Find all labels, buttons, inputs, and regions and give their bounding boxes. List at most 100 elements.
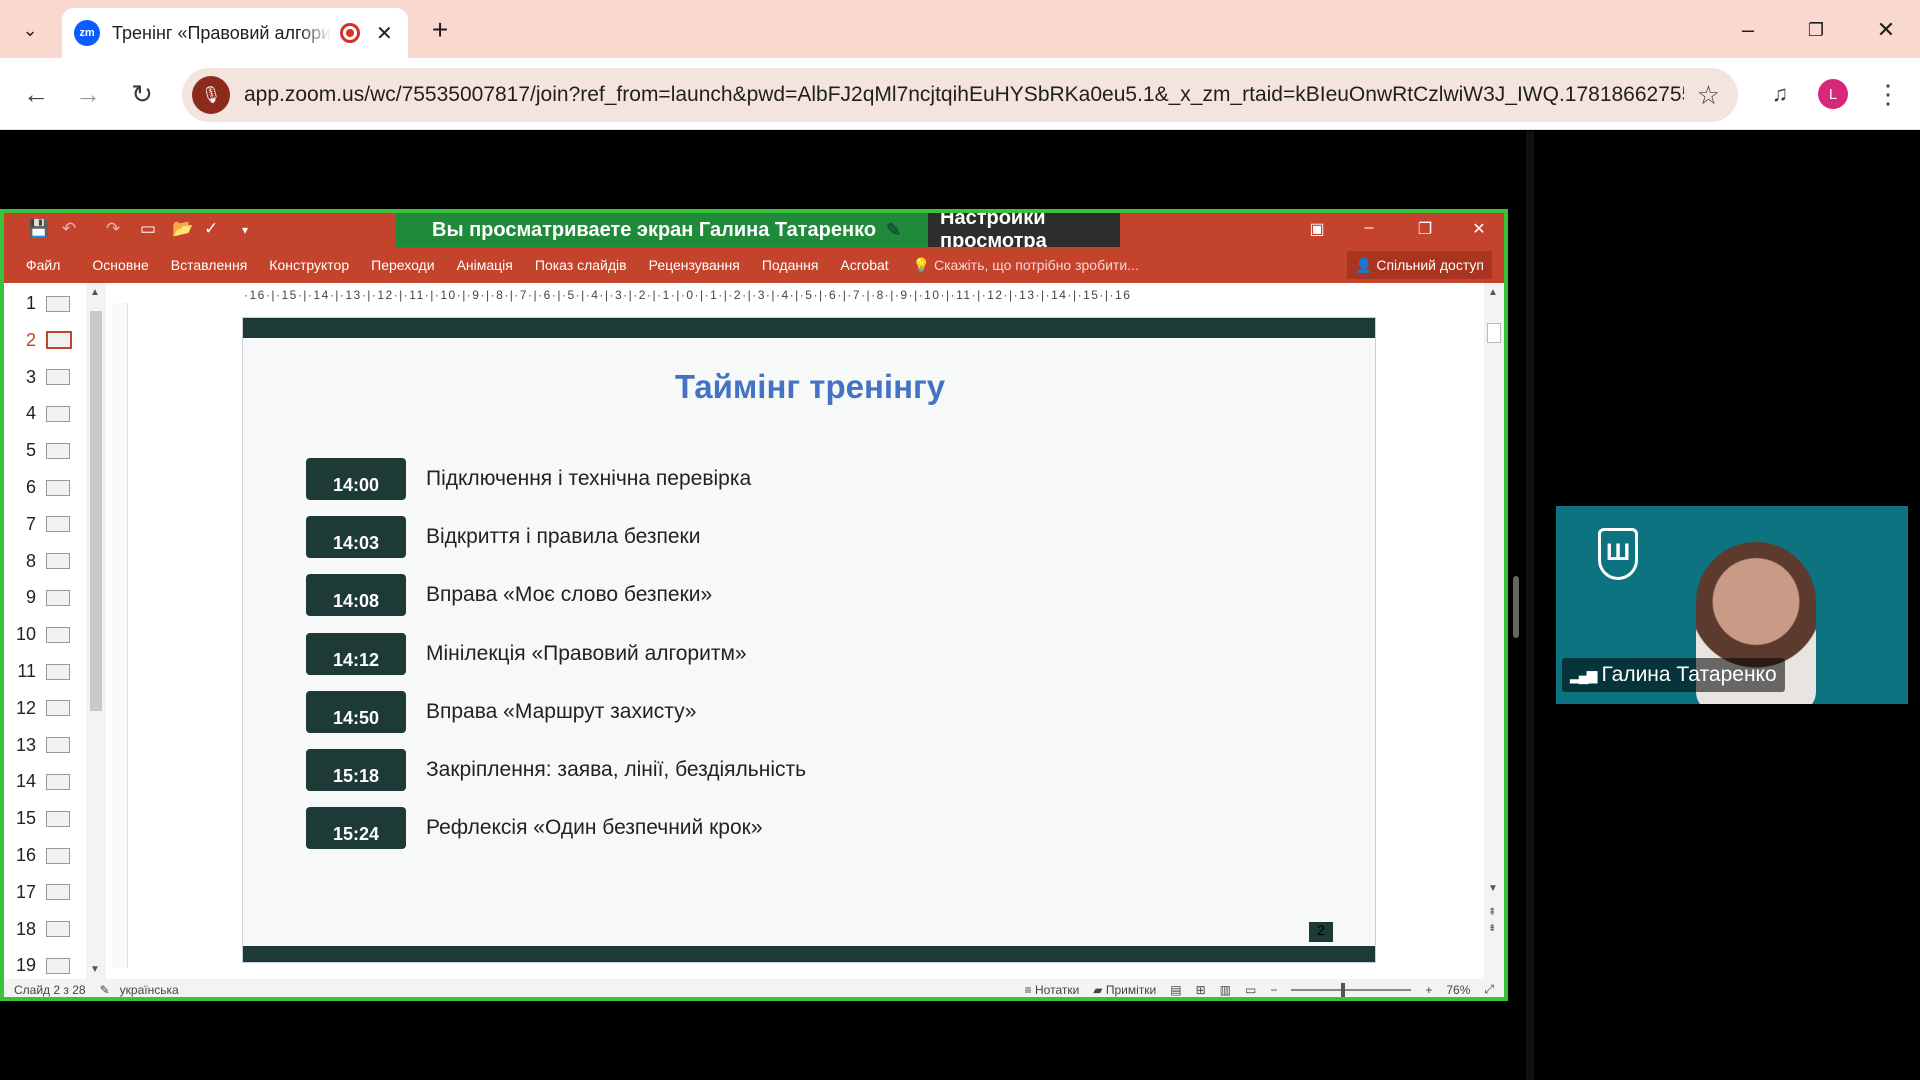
agenda-text[interactable]: Вправа «Моє слово безпеки» <box>426 583 712 607</box>
forward-arrow-icon[interactable]: → <box>66 72 110 116</box>
ribbon-display-options-icon[interactable]: ▣ <box>1302 219 1332 239</box>
slide-thumbnail[interactable]: 10 <box>4 616 88 653</box>
slide-canvas[interactable]: Таймінг тренінгу 14:00 Підключення і техн… <box>242 317 1376 963</box>
agenda-time[interactable]: 14:12 <box>306 632 406 675</box>
comments-button[interactable]: ▰ Примітки <box>1093 983 1156 997</box>
agenda-item[interactable]: 14:03 Відкриття і правила безпеки <box>306 516 700 559</box>
ribbon-tab-review[interactable]: Рецензування <box>649 257 740 273</box>
slide-thumbnail[interactable]: 9 <box>4 579 88 616</box>
status-language[interactable]: українська <box>120 983 179 997</box>
agenda-item[interactable]: 14:08 Вправа «Моє слово безпеки» <box>306 574 712 617</box>
ribbon-tab-transitions[interactable]: Переходи <box>371 257 434 273</box>
agenda-item[interactable]: 14:00 Підключення і технічна перевірка <box>306 458 751 500</box>
annotate-pen-icon[interactable]: ✎ <box>886 220 901 241</box>
slide-sorter-icon[interactable]: ⊞ <box>1196 983 1206 997</box>
share-access-button[interactable]: 👤 Спільний доступ <box>1347 251 1492 279</box>
profile-avatar[interactable]: L <box>1818 79 1848 109</box>
back-arrow-icon[interactable]: ← <box>14 72 58 116</box>
view-settings-button[interactable]: Настройки просмотра <box>928 213 1120 252</box>
editor-scrollbar[interactable]: ▲ ▼ ⇞ ⇟ <box>1484 283 1504 979</box>
ppt-minimize-icon[interactable]: – <box>1354 219 1384 237</box>
restore-window-icon[interactable]: ❐ <box>1786 8 1846 52</box>
fit-to-window-icon[interactable]: ⤢ <box>1484 982 1494 997</box>
slide-thumbnail[interactable]: 3 <box>4 359 88 396</box>
slide-thumbnail[interactable]: 6 <box>4 469 88 506</box>
bookmark-star-icon[interactable]: ☆ <box>1697 80 1720 111</box>
new-tab-plus-icon[interactable]: + <box>420 10 460 50</box>
slide-thumbnail[interactable]: 1 <box>4 285 88 322</box>
scroll-down-icon[interactable]: ▼ <box>90 964 100 975</box>
slide-thumbnail[interactable]: 7 <box>4 506 88 543</box>
slide-thumbnail[interactable]: 17 <box>4 874 88 911</box>
ppt-close-icon[interactable]: ✕ <box>1464 219 1494 239</box>
present-from-start-icon[interactable]: ▭ <box>140 219 156 239</box>
tab-search-chevron-icon[interactable]: ⌄ <box>8 10 52 50</box>
agenda-item[interactable]: 14:50 Вправа «Маршрут захисту» <box>306 690 697 733</box>
browser-menu-icon[interactable]: ⋮ <box>1868 72 1908 116</box>
thumbnail-scrollbar[interactable]: ▲ ▼ <box>86 283 106 979</box>
slide-thumbnail[interactable]: 14 <box>4 763 88 800</box>
panel-resize-handle[interactable] <box>1513 576 1519 638</box>
slide-thumbnail[interactable]: 8 <box>4 543 88 580</box>
ribbon-tab-view[interactable]: Подання <box>762 257 819 273</box>
ribbon-tab-animations[interactable]: Анімація <box>457 257 513 273</box>
previous-slide-icon[interactable]: ⇞ <box>1488 907 1496 918</box>
ribbon-tab-acrobat[interactable]: Acrobat <box>840 257 888 273</box>
agenda-time[interactable]: 14:08 <box>306 574 406 617</box>
agenda-text[interactable]: Підключення і технічна перевірка <box>426 467 751 491</box>
thumbnail-scroll-thumb[interactable] <box>90 311 102 711</box>
agenda-time[interactable]: 15:24 <box>306 807 406 850</box>
redo-icon[interactable]: ↷ <box>106 219 120 239</box>
slide-thumbnail[interactable]: 4 <box>4 395 88 432</box>
zoom-out-icon[interactable]: − <box>1270 983 1277 997</box>
agenda-item[interactable]: 15:18 Закріплення: заява, лінії, бездіяль… <box>306 749 806 791</box>
agenda-time[interactable]: 14:50 <box>306 690 406 733</box>
agenda-item[interactable]: 14:12 Мінілекція «Правовий алгоритм» <box>306 632 747 675</box>
agenda-text[interactable]: Закріплення: заява, лінії, бездіяльність <box>426 758 806 782</box>
editor-scroll-up-icon[interactable]: ▲ <box>1488 287 1498 298</box>
slide-thumbnail[interactable]: 5 <box>4 432 88 469</box>
editor-scroll-thumb[interactable] <box>1487 323 1501 343</box>
agenda-text[interactable]: Вправа «Маршрут захисту» <box>426 700 697 724</box>
agenda-text[interactable]: Відкриття і правила безпеки <box>426 525 700 549</box>
slide-thumbnail[interactable]: 2 <box>4 322 88 359</box>
reading-view-icon[interactable]: ▥ <box>1220 983 1231 997</box>
editor-scroll-down-icon[interactable]: ▼ <box>1488 883 1498 894</box>
spelling-check-icon[interactable]: ✓ <box>204 219 218 239</box>
zoom-level[interactable]: 76% <box>1446 983 1470 997</box>
slide-thumbnail[interactable]: 19 <box>4 947 88 979</box>
media-controls-icon[interactable]: ♫ <box>1758 72 1802 116</box>
slideshow-view-icon[interactable]: ▭ <box>1245 983 1256 997</box>
open-folder-icon[interactable]: 📂 <box>172 219 193 239</box>
microphone-in-use-icon[interactable]: 🎙 <box>192 76 230 114</box>
ribbon-tab-design[interactable]: Конструктор <box>269 257 349 273</box>
spellcheck-status-icon[interactable]: ✎ <box>100 983 110 997</box>
undo-icon[interactable]: ↶ <box>62 219 76 239</box>
slide-thumbnail[interactable]: 13 <box>4 727 88 764</box>
slide-thumbnail[interactable]: 16 <box>4 837 88 874</box>
url-text[interactable]: app.zoom.us/wc/75535007817/join?ref_from… <box>244 83 1684 107</box>
zoom-slider[interactable] <box>1291 982 1412 997</box>
address-bar[interactable]: 🎙 app.zoom.us/wc/75535007817/join?ref_fr… <box>182 68 1738 122</box>
normal-view-icon[interactable]: ▤ <box>1170 983 1181 997</box>
slide-thumbnail[interactable]: 11 <box>4 653 88 690</box>
zoom-slider-thumb[interactable] <box>1341 982 1346 997</box>
minimize-window-icon[interactable]: – <box>1718 8 1778 52</box>
customize-qat-icon[interactable]: ▾ <box>242 223 248 237</box>
ppt-restore-icon[interactable]: ❐ <box>1410 219 1440 239</box>
tell-me-search[interactable]: 💡 Скажіть, що потрібно зробити... <box>913 257 1139 274</box>
next-slide-icon[interactable]: ⇟ <box>1488 923 1496 934</box>
agenda-text[interactable]: Рефлексія «Один безпечний крок» <box>426 816 763 840</box>
tab-close-icon[interactable]: ✕ <box>376 21 393 46</box>
save-icon[interactable]: 💾 <box>28 219 49 239</box>
participant-video-tile[interactable]: Ш ▂▄▆ Галина Татаренко <box>1556 506 1908 704</box>
agenda-time[interactable]: 14:00 <box>306 458 406 500</box>
close-window-icon[interactable]: ✕ <box>1856 8 1916 52</box>
ribbon-tab-file[interactable]: Файл <box>26 257 60 273</box>
slide-thumbnail[interactable]: 18 <box>4 911 88 948</box>
slide-thumbnail[interactable]: 12 <box>4 690 88 727</box>
agenda-text[interactable]: Мінілекція «Правовий алгоритм» <box>426 642 747 666</box>
slide-title[interactable]: Таймінг тренінгу <box>243 368 1377 406</box>
zoom-in-icon[interactable]: + <box>1425 983 1432 997</box>
notes-button[interactable]: ≡ Нотатки <box>1025 983 1080 997</box>
